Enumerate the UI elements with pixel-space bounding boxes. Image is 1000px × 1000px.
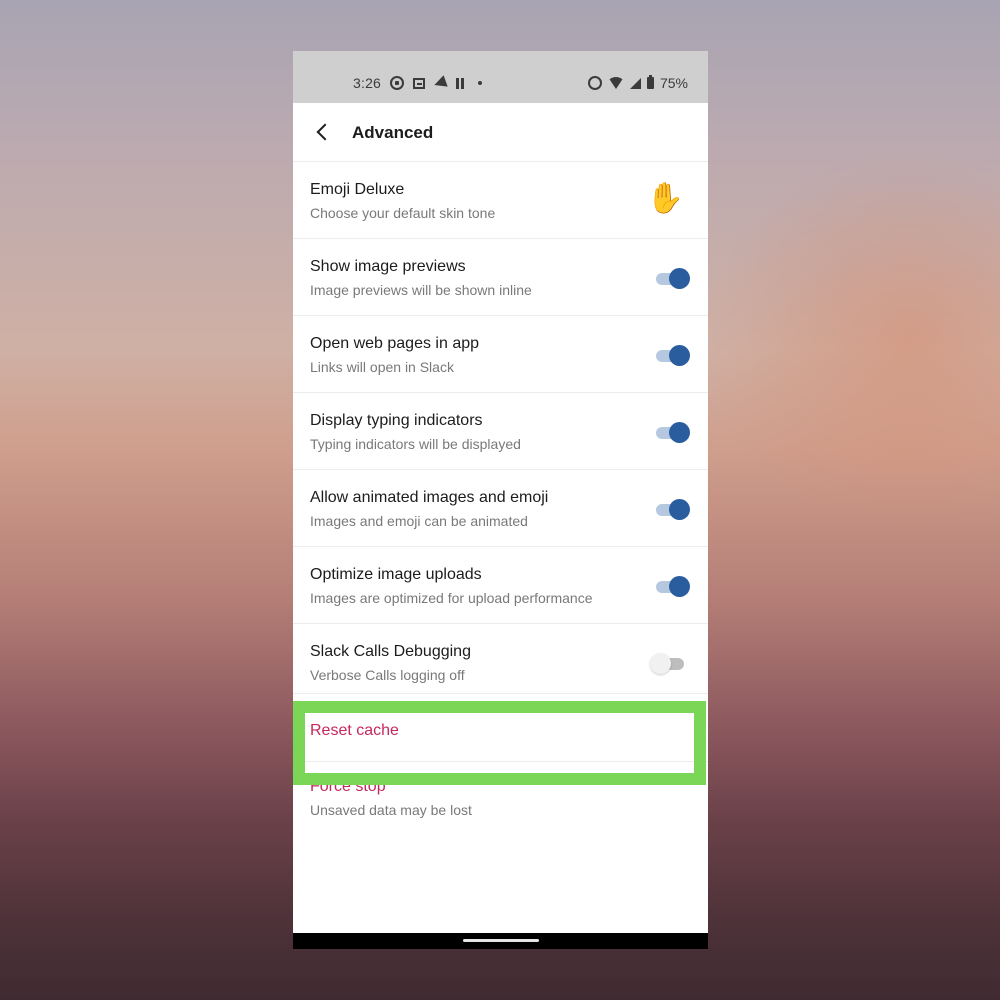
action-title: Reset cache [310,722,399,739]
typing-indicators-toggle[interactable] [654,422,690,443]
action-title: Force stop [310,778,386,795]
setting-slack-calls-debugging[interactable]: Slack Calls Debugging Verbose Calls logg… [293,624,708,694]
setting-optimize-image-uploads[interactable]: Optimize image uploads Images are optimi… [293,547,708,624]
pause-icon [455,77,465,89]
setting-subtitle: Typing indicators will be displayed [310,436,521,452]
page-title: Advanced [352,123,434,142]
setting-subtitle: Image previews will be shown inline [310,282,532,298]
show-image-previews-toggle[interactable] [654,268,690,289]
setting-subtitle: Images and emoji can be animated [310,513,528,529]
open-web-pages-toggle[interactable] [654,345,690,366]
setting-emoji-deluxe[interactable]: Emoji Deluxe Choose your default skin to… [293,162,708,239]
animated-images-toggle[interactable] [654,499,690,520]
toggle-knob [650,653,671,674]
status-bar: 3:26 75% [293,51,708,103]
phone-screen: 3:26 75% Advanced Emoji Deluxe Choose yo… [293,51,708,949]
action-subtitle: Unsaved data may be lost [310,802,472,818]
telegram-icon [432,75,448,91]
battery-icon [646,75,654,89]
background-glow [700,150,1000,530]
status-time: 3:26 [353,75,382,91]
setting-subtitle: Images are optimized for upload performa… [310,590,593,606]
setting-title: Open web pages in app [310,335,480,352]
news-icon [413,77,426,89]
setting-allow-animated-images[interactable]: Allow animated images and emoji Images a… [293,470,708,547]
setting-display-typing-indicators[interactable]: Display typing indicators Typing indicat… [293,393,708,470]
status-bar-left: 3:26 [353,75,483,91]
raised-hand-emoji-icon[interactable]: ✋ [647,182,684,216]
dot-icon [478,81,483,85]
setting-show-image-previews[interactable]: Show image previews Image previews will … [293,239,708,316]
wifi-icon [607,77,624,89]
toggle-knob [669,345,690,366]
toggle-knob [669,499,690,520]
back-button[interactable] [313,121,335,143]
calls-debugging-toggle[interactable] [650,653,688,674]
battery-percent: 75% [659,75,688,91]
setting-subtitle: Choose your default skin tone [310,205,496,221]
reset-cache-button[interactable]: Reset cache [293,694,708,762]
optimize-uploads-toggle[interactable] [654,576,690,597]
toggle-knob [669,576,690,597]
alarm-icon [587,76,602,90]
setting-title: Display typing indicators [310,412,483,429]
settings-list: Emoji Deluxe Choose your default skin to… [293,162,708,839]
toggle-knob [669,422,690,443]
toggle-knob [669,268,690,289]
setting-subtitle: Verbose Calls logging off [310,667,465,683]
setting-title: Emoji Deluxe [310,181,405,198]
setting-title: Allow animated images and emoji [310,489,549,506]
signal-icon [629,77,641,89]
navigation-bar [293,933,708,949]
status-bar-right: 75% [587,75,688,91]
whatsapp-icon [390,76,405,90]
setting-title: Optimize image uploads [310,566,482,583]
force-stop-button[interactable]: Force stop Unsaved data may be lost [293,762,708,839]
app-bar: Advanced [293,103,708,162]
setting-title: Slack Calls Debugging [310,643,471,660]
setting-subtitle: Links will open in Slack [310,359,454,375]
home-gesture-handle[interactable] [463,939,539,942]
setting-open-web-pages-in-app[interactable]: Open web pages in app Links will open in… [293,316,708,393]
setting-title: Show image previews [310,258,466,275]
